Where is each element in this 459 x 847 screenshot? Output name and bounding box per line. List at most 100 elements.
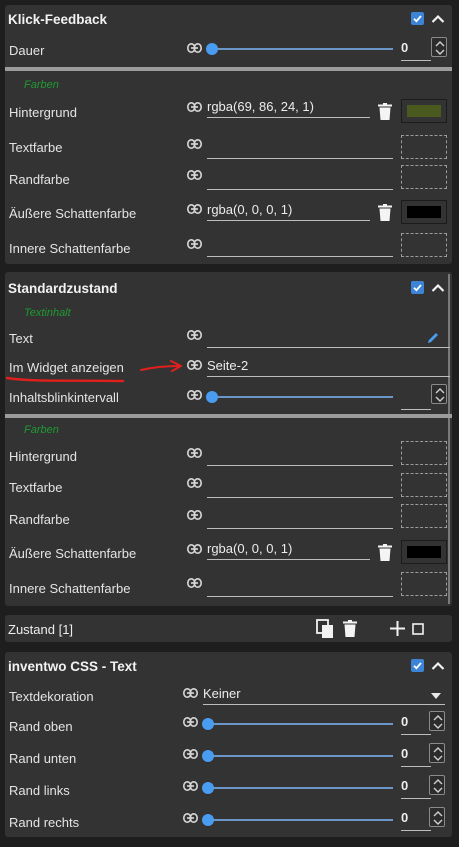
- rand-rechts-value[interactable]: 0: [401, 807, 431, 831]
- textfarbe-color-swatch[interactable]: [401, 473, 447, 497]
- up-arrow-icon[interactable]: [433, 811, 443, 817]
- maximize-icon[interactable]: [412, 623, 424, 635]
- up-arrow-icon[interactable]: [435, 41, 445, 47]
- trash-icon[interactable]: [378, 544, 392, 561]
- down-arrow-icon[interactable]: [433, 819, 443, 825]
- up-arrow-icon[interactable]: [435, 388, 445, 394]
- rand-unten-spinner[interactable]: [429, 743, 445, 763]
- innere-schattenfarbe-color-swatch[interactable]: [401, 233, 447, 257]
- collapse-chevron-icon[interactable]: [431, 14, 445, 24]
- link-icon[interactable]: [187, 360, 202, 370]
- slider-thumb[interactable]: [206, 391, 218, 403]
- slider-thumb[interactable]: [206, 43, 218, 55]
- randfarbe-input[interactable]: [207, 507, 393, 529]
- hintergrund-color-swatch[interactable]: [401, 99, 447, 123]
- up-arrow-icon[interactable]: [433, 715, 443, 721]
- link-icon[interactable]: [187, 390, 202, 400]
- aussere-schattenfarbe-color-swatch[interactable]: [401, 200, 447, 224]
- rand-unten-slider[interactable]: [202, 750, 393, 762]
- rand-links-slider[interactable]: [202, 782, 393, 794]
- rand-oben-spinner[interactable]: [429, 711, 445, 731]
- collapse-chevron-icon[interactable]: [431, 283, 445, 293]
- copy-icon[interactable]: [316, 619, 334, 639]
- rand-oben-value[interactable]: 0: [401, 711, 431, 735]
- down-arrow-icon[interactable]: [433, 755, 443, 761]
- textfarbe-color-swatch[interactable]: [401, 135, 447, 159]
- link-icon[interactable]: [187, 544, 202, 554]
- down-arrow-icon[interactable]: [435, 396, 445, 402]
- enable-checkbox[interactable]: [411, 281, 424, 294]
- rand-oben-slider[interactable]: [202, 718, 393, 730]
- scrollbar[interactable]: [448, 274, 450, 604]
- innere-schattenfarbe-input[interactable]: [207, 575, 393, 597]
- link-icon[interactable]: [183, 781, 198, 791]
- link-icon[interactable]: [187, 510, 202, 520]
- link-icon[interactable]: [183, 688, 198, 698]
- im-widget-anzeigen-input[interactable]: Seite-2: [207, 355, 450, 377]
- dropdown-arrow-icon[interactable]: [431, 693, 441, 699]
- link-icon[interactable]: [187, 448, 202, 458]
- inhaltsblinkintervall-spinner[interactable]: [431, 384, 447, 404]
- rand-links-value[interactable]: 0: [401, 775, 431, 799]
- innere-schattenfarbe-color-swatch[interactable]: [401, 572, 447, 596]
- up-arrow-icon[interactable]: [433, 779, 443, 785]
- dauer-spinner[interactable]: [431, 37, 447, 57]
- rand-rechts-slider[interactable]: [202, 814, 393, 826]
- randfarbe-color-swatch[interactable]: [401, 165, 447, 189]
- link-icon[interactable]: [183, 813, 198, 823]
- aussere-schattenfarbe-input[interactable]: rgba(0, 0, 0, 1): [207, 199, 370, 221]
- trash-icon[interactable]: [343, 620, 357, 637]
- dauer-value[interactable]: 0: [401, 37, 431, 61]
- link-icon[interactable]: [187, 239, 202, 249]
- enable-checkbox[interactable]: [411, 12, 424, 25]
- link-icon[interactable]: [187, 204, 202, 214]
- slider-thumb[interactable]: [202, 814, 214, 826]
- link-icon[interactable]: [187, 578, 202, 588]
- trash-icon[interactable]: [378, 204, 392, 221]
- panel-header[interactable]: inventwo CSS - Text: [5, 652, 452, 680]
- rand-links-spinner[interactable]: [429, 775, 445, 795]
- text-input[interactable]: [207, 326, 450, 348]
- up-arrow-icon[interactable]: [433, 747, 443, 753]
- inhaltsblinkintervall-slider[interactable]: [206, 391, 393, 403]
- aussere-schattenfarbe-color-swatch[interactable]: [401, 540, 447, 564]
- innere-schattenfarbe-input[interactable]: [207, 235, 393, 257]
- link-icon[interactable]: [187, 102, 202, 112]
- dauer-slider[interactable]: [206, 43, 393, 55]
- textdekoration-select[interactable]: Keiner: [203, 683, 445, 705]
- down-arrow-icon[interactable]: [433, 723, 443, 729]
- textfarbe-input[interactable]: [207, 476, 393, 498]
- slider-thumb[interactable]: [202, 750, 214, 762]
- panel-header[interactable]: Standardzustand: [5, 272, 452, 300]
- rand-rechts-spinner[interactable]: [429, 807, 445, 827]
- collapse-chevron-icon[interactable]: [431, 661, 445, 671]
- link-icon[interactable]: [183, 749, 198, 759]
- slider-thumb[interactable]: [202, 718, 214, 730]
- textfarbe-input[interactable]: [207, 137, 393, 159]
- aussere-schattenfarbe-input[interactable]: rgba(0, 0, 0, 1): [207, 538, 370, 560]
- slider-thumb[interactable]: [202, 782, 214, 794]
- hintergrund-input[interactable]: rgba(69, 86, 24, 1): [207, 96, 370, 118]
- pencil-icon[interactable]: [426, 331, 440, 345]
- hintergrund-color-swatch[interactable]: [401, 441, 447, 465]
- add-icon[interactable]: [390, 621, 405, 636]
- link-icon[interactable]: [187, 330, 202, 340]
- hintergrund-input[interactable]: [207, 444, 393, 466]
- link-icon[interactable]: [183, 717, 198, 727]
- panel-title: Klick-Feedback: [8, 12, 108, 27]
- link-icon[interactable]: [187, 43, 202, 53]
- down-arrow-icon[interactable]: [433, 787, 443, 793]
- link-icon[interactable]: [187, 170, 202, 180]
- panel-header[interactable]: Klick-Feedback: [5, 5, 452, 33]
- link-icon[interactable]: [187, 139, 202, 149]
- section-divider: [5, 414, 452, 418]
- down-arrow-icon[interactable]: [435, 49, 445, 55]
- link-icon[interactable]: [187, 478, 202, 488]
- trash-icon[interactable]: [378, 103, 392, 120]
- randfarbe-color-swatch[interactable]: [401, 504, 447, 528]
- inhaltsblinkintervall-value[interactable]: [401, 386, 431, 410]
- rand-unten-value[interactable]: 0: [401, 743, 431, 767]
- textfarbe-label: Textfarbe: [9, 480, 63, 495]
- enable-checkbox[interactable]: [411, 659, 424, 672]
- randfarbe-input[interactable]: [207, 168, 393, 190]
